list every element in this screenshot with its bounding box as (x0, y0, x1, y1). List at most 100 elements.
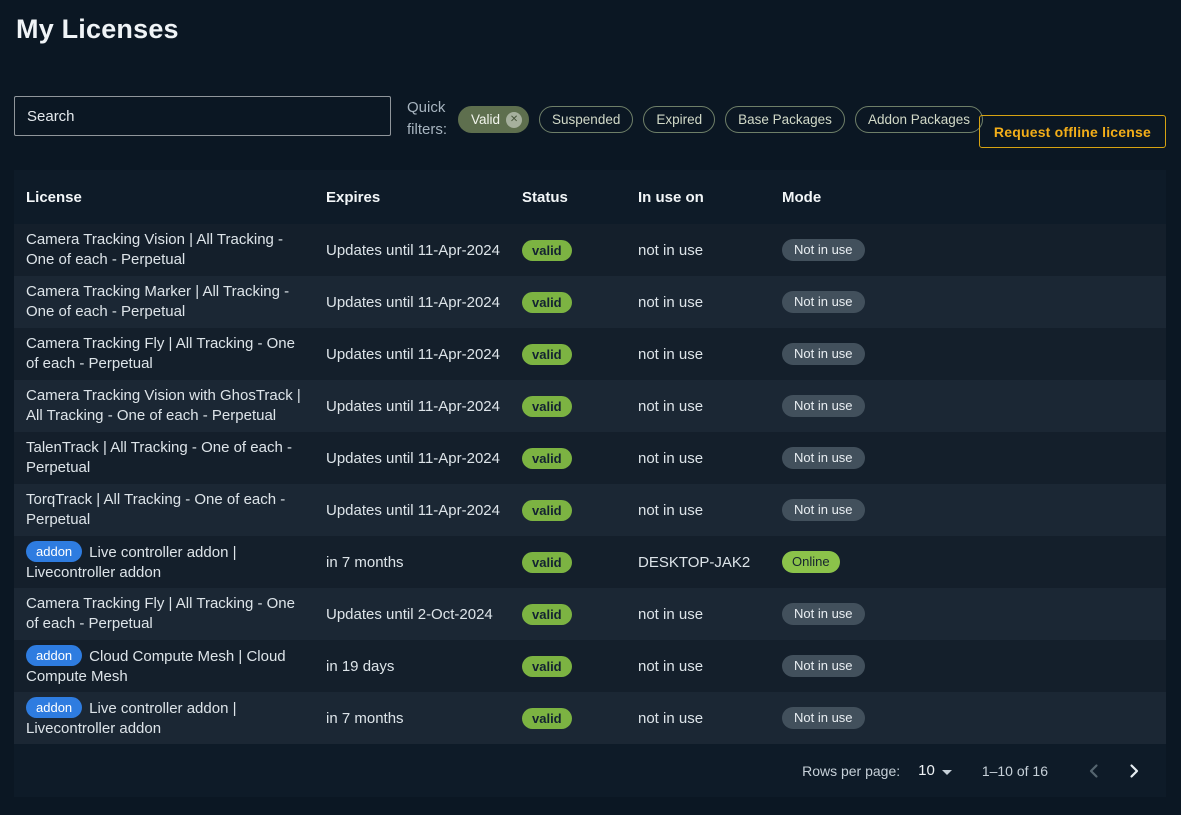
license-cell: Camera Tracking Vision | All Tracking - … (14, 230, 314, 270)
in-use-on-cell: not in use (626, 710, 770, 727)
page-title: My Licenses (16, 14, 179, 45)
rows-per-page-label: Rows per page: (802, 763, 900, 779)
table-row[interactable]: Camera Tracking Fly | All Tracking - One… (14, 588, 1166, 640)
expires-cell: in 7 months (314, 710, 510, 727)
status-cell: valid (510, 448, 626, 469)
table-row[interactable]: Camera Tracking Vision with GhosTrack | … (14, 380, 1166, 432)
license-name: Camera Tracking Vision with GhosTrack | … (26, 387, 301, 424)
expires-cell: Updates until 11-Apr-2024 (314, 398, 510, 415)
status-badge: valid (522, 344, 572, 365)
license-cell: addonLive controller addon | Livecontrol… (14, 541, 314, 583)
in-use-on-cell: not in use (626, 346, 770, 363)
mode-cell: Not in use (770, 603, 1166, 625)
license-cell: Camera Tracking Marker | All Tracking - … (14, 282, 314, 322)
mode-badge: Not in use (782, 499, 865, 521)
column-header-status: Status (510, 189, 626, 206)
column-header-mode: Mode (770, 189, 1166, 206)
status-cell: valid (510, 292, 626, 313)
filter-chip-label: Addon Packages (868, 112, 970, 127)
filter-chip-base-packages[interactable]: Base Packages (725, 106, 845, 133)
mode-badge: Not in use (782, 603, 865, 625)
table-row[interactable]: TalenTrack | All Tracking - One of each … (14, 432, 1166, 484)
in-use-on-cell: not in use (626, 502, 770, 519)
table-row[interactable]: addonCloud Compute Mesh | Cloud Compute … (14, 640, 1166, 692)
expires-cell: Updates until 2-Oct-2024 (314, 606, 510, 623)
quick-filter-chips: Valid ✕ Suspended Expired Base Packages Addon… (458, 106, 983, 133)
expires-cell: Updates until 11-Apr-2024 (314, 294, 510, 311)
status-badge: valid (522, 396, 572, 417)
license-table: License Expires Status In use on Mode Ca… (14, 170, 1166, 797)
license-name: Camera Tracking Fly | All Tracking - One… (26, 595, 295, 632)
mode-badge: Not in use (782, 239, 865, 261)
status-cell: valid (510, 344, 626, 365)
status-cell: valid (510, 396, 626, 417)
status-badge: valid (522, 656, 572, 677)
status-cell: valid (510, 656, 626, 677)
mode-cell: Not in use (770, 499, 1166, 521)
mode-cell: Online (770, 551, 1166, 573)
license-name: Camera Tracking Vision | All Tracking - … (26, 231, 283, 268)
mode-cell: Not in use (770, 291, 1166, 313)
license-name: Camera Tracking Fly | All Tracking - One… (26, 335, 295, 372)
chip-close-icon[interactable]: ✕ (506, 112, 522, 128)
license-cell: TorqTrack | All Tracking - One of each -… (14, 490, 314, 530)
in-use-on-cell: not in use (626, 606, 770, 623)
mode-badge: Online (782, 551, 840, 573)
filter-chip-expired[interactable]: Expired (643, 106, 715, 133)
status-badge: valid (522, 500, 572, 521)
rows-per-page-value: 10 (918, 762, 935, 779)
status-badge: valid (522, 604, 572, 625)
mode-badge: Not in use (782, 447, 865, 469)
pagination-range: 1–10 of 16 (982, 763, 1048, 779)
mode-badge: Not in use (782, 395, 865, 417)
filter-chip-label: Suspended (552, 112, 620, 127)
status-badge: valid (522, 448, 572, 469)
status-cell: valid (510, 604, 626, 625)
in-use-on-cell: not in use (626, 658, 770, 675)
filter-chip-valid[interactable]: Valid ✕ (458, 106, 529, 133)
table-row[interactable]: addonLive controller addon | Livecontrol… (14, 692, 1166, 744)
table-row[interactable]: addonLive controller addon | Livecontrol… (14, 536, 1166, 588)
status-cell: valid (510, 240, 626, 261)
table-row[interactable]: TorqTrack | All Tracking - One of each -… (14, 484, 1166, 536)
addon-badge: addon (26, 697, 82, 718)
request-offline-license-button[interactable]: Request offline license (979, 115, 1166, 148)
table-footer: Rows per page: 10 1–10 of 16 (14, 744, 1166, 797)
in-use-on-cell: not in use (626, 242, 770, 259)
filter-chip-label: Valid (471, 112, 500, 127)
in-use-on-cell: not in use (626, 450, 770, 467)
status-badge: valid (522, 552, 572, 573)
in-use-on-cell: DESKTOP-JAK2 (626, 554, 770, 571)
mode-cell: Not in use (770, 395, 1166, 417)
previous-page-button[interactable] (1080, 757, 1108, 785)
expires-cell: in 7 months (314, 554, 510, 571)
mode-cell: Not in use (770, 447, 1166, 469)
table-row[interactable]: Camera Tracking Marker | All Tracking - … (14, 276, 1166, 328)
license-name: TalenTrack | All Tracking - One of each … (26, 439, 292, 476)
rows-per-page-select[interactable]: 10 (918, 762, 952, 779)
mode-badge: Not in use (782, 291, 865, 313)
status-badge: valid (522, 240, 572, 261)
filter-chip-suspended[interactable]: Suspended (539, 106, 633, 133)
status-badge: valid (522, 708, 572, 729)
filter-chip-label: Base Packages (738, 112, 832, 127)
column-header-expires: Expires (314, 189, 510, 206)
filter-chip-addon-packages[interactable]: Addon Packages (855, 106, 983, 133)
next-page-button[interactable] (1120, 757, 1148, 785)
table-header: License Expires Status In use on Mode (14, 170, 1166, 224)
mode-badge: Not in use (782, 343, 865, 365)
addon-badge: addon (26, 645, 82, 666)
expires-cell: in 19 days (314, 658, 510, 675)
column-header-in-use-on: In use on (626, 189, 770, 206)
chevron-left-icon (1082, 759, 1106, 783)
chevron-right-icon (1122, 759, 1146, 783)
expires-cell: Updates until 11-Apr-2024 (314, 346, 510, 363)
column-header-license: License (14, 189, 314, 206)
status-cell: valid (510, 500, 626, 521)
license-cell: addonLive controller addon | Livecontrol… (14, 697, 314, 739)
table-row[interactable]: Camera Tracking Fly | All Tracking - One… (14, 328, 1166, 380)
table-row[interactable]: Camera Tracking Vision | All Tracking - … (14, 224, 1166, 276)
caret-down-icon (942, 770, 952, 775)
search-input[interactable] (14, 96, 391, 136)
mode-badge: Not in use (782, 655, 865, 677)
